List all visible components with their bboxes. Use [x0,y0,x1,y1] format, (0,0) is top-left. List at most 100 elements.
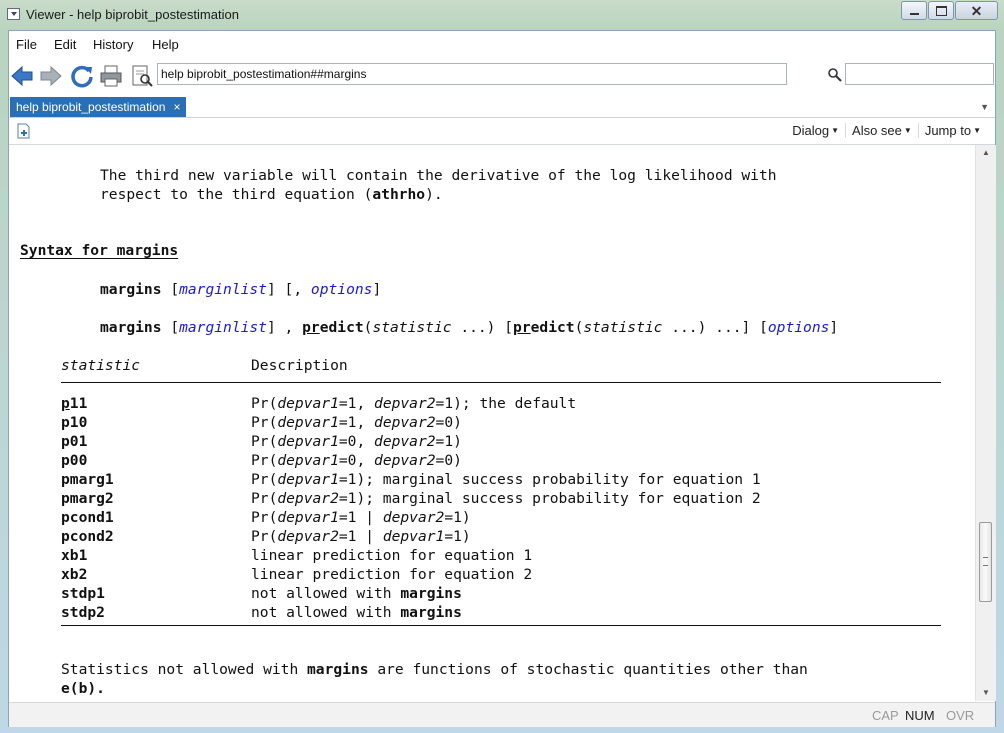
description-part: Pr( [251,395,278,412]
forward-icon[interactable] [39,64,63,88]
description-part: =1 | [338,528,383,545]
statistic-name-text: stdp2 [61,604,105,621]
statistic-arg: statistic [583,319,663,336]
description-part: depvar1 [277,395,339,412]
statistic-name: stdp2 [61,604,105,622]
syntax-punct: ...) [451,319,496,336]
dialog-button[interactable]: Dialog ▼ [786,123,845,138]
marginlist-link[interactable]: marginlist [179,281,267,298]
statistic-name-text: xb2 [61,566,88,583]
margins-term: margins [307,661,369,678]
window-controls: ✕ [900,1,998,21]
statistic-description: Pr(depvar1=0, depvar2=0) [251,452,462,470]
description-part: Pr( [251,509,278,526]
statistic-abbrev: p [61,395,70,412]
scroll-down-icon[interactable]: ▼ [976,685,996,701]
syntax-punct: ...) [662,319,707,336]
statistic-name-text: stdp1 [61,585,105,602]
statistic-name: pcond2 [61,528,114,546]
intro-text: respect to the third equation ( [100,186,373,203]
description-part: depvar2 [374,433,436,450]
statistic-name: stdp1 [61,585,105,603]
jump-to-button[interactable]: Jump to ▼ [917,123,987,138]
options-link[interactable]: options [768,319,830,336]
statistic-name-text: pcond1 [61,509,114,526]
find-in-page-icon[interactable] [130,64,154,88]
column-header-description: Description [251,357,348,374]
description-part: =1) [444,528,471,545]
description-part: depvar1 [277,433,339,450]
viewer-client: File Edit History Help help biprobit_pos… [8,30,996,727]
menu-edit[interactable]: Edit [54,37,76,52]
outro-line-1: Statistics not allowed with margins are … [61,661,808,679]
marginlist-link[interactable]: marginlist [179,319,267,336]
options-link[interactable]: options [311,281,373,298]
description-part: =0, [338,452,375,469]
description-part: =0, [338,433,375,450]
description-part: depvar2 [382,509,445,526]
maximize-button[interactable] [928,1,954,20]
description-part: =1, [338,414,375,431]
statistic-description: Pr(depvar2=1 | depvar1=1) [251,528,471,546]
menu-help[interactable]: Help [152,37,179,52]
table-rule-bottom [61,625,941,626]
new-viewer-icon[interactable] [17,123,32,139]
viewer-window: Viewer - help biprobit_postestimation ✕ … [0,0,1004,733]
description-part: not allowed with [251,604,401,621]
search-icon[interactable] [827,67,843,83]
menu-history[interactable]: History [93,37,133,52]
statistic-arg: statistic [372,319,452,336]
back-icon[interactable] [10,64,34,88]
column-header-statistic: statistic [61,357,141,374]
statistic-name: pmarg2 [61,490,114,508]
description-part: =1); marginal success probability for eq… [338,490,761,507]
predict-rest: edict [530,319,575,336]
description-part: depvar2 [277,528,339,545]
syntax-line-1: margins [marginlist] [, options] [100,281,381,299]
refresh-icon[interactable] [70,64,94,88]
statistic-description: Pr(depvar1=1, depvar2=0) [251,414,462,432]
statistic-description: Pr(depvar1=1 | depvar2=1) [251,509,471,527]
scroll-up-icon[interactable]: ▲ [976,145,996,161]
description-part: =1, [338,395,375,412]
description-part: =0) [435,414,462,431]
minimize-button[interactable] [901,1,927,20]
menu-file[interactable]: File [16,37,37,52]
statistic-name-text: pmarg1 [61,471,114,488]
predict-rest: edict [319,319,364,336]
description-part: depvar1 [277,471,339,488]
vertical-scrollbar[interactable]: ▲ ▼ [975,145,996,701]
statistic-name: xb2 [61,566,87,584]
description-part: depvar2 [374,414,436,431]
close-window-button[interactable]: ✕ [955,1,998,20]
statistic-name: xb1 [61,547,87,565]
statistic-name-text: pmarg2 [61,490,114,507]
bracket: [ [170,319,180,336]
search-input[interactable] [845,63,994,85]
predict-abbrev: pr [302,319,320,336]
window-menu-icon[interactable] [7,8,20,20]
address-input[interactable]: help biprobit_postestimation##margins [157,63,787,85]
table-rule-top [61,382,941,383]
margins-command: margins [100,319,162,336]
window-title: Viewer - help biprobit_postestimation [26,7,239,22]
tab-close-icon[interactable]: × [173,100,180,114]
help-content: The third new variable will contain the … [9,145,975,701]
statistic-description: linear prediction for equation 1 [251,547,532,565]
also-see-button[interactable]: Also see ▼ [845,123,918,138]
statistic-name-text: p00 [61,452,88,469]
description-part: depvar1 [382,528,445,545]
description-part: not allowed with [251,585,401,602]
tab-list-chevron-down-icon[interactable]: ▼ [980,102,989,112]
description-part: depvar1 [277,509,339,526]
description-part: depvar1 [277,414,339,431]
tab-help-biprobit[interactable]: help biprobit_postestimation × [10,97,187,117]
statistic-name: pcond1 [61,509,114,527]
statistic-description: Pr(depvar1=0, depvar2=1) [251,433,462,451]
print-icon[interactable] [99,64,123,88]
statistic-name: p10 [61,414,87,432]
description-part: depvar2 [374,452,436,469]
scroll-thumb[interactable] [979,522,992,602]
description-part: Pr( [251,490,278,507]
description-part: margins [400,604,462,621]
